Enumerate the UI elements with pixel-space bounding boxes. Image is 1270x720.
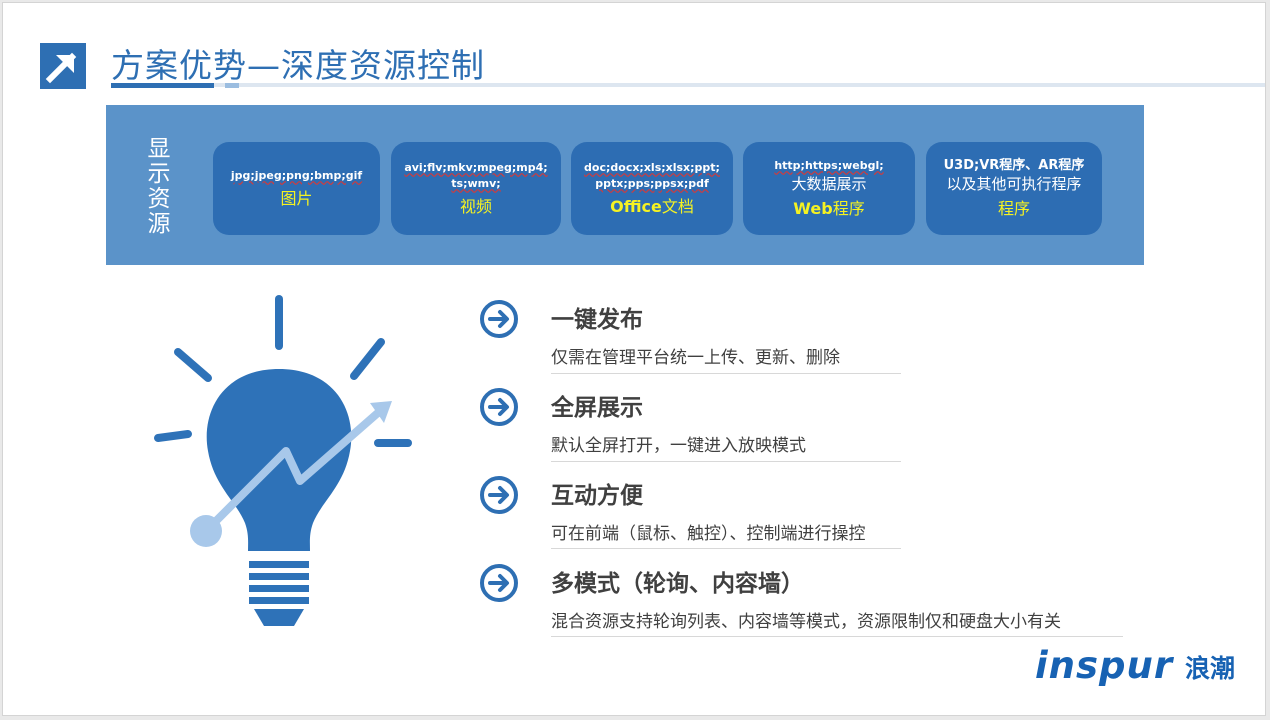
feature-desc: 默认全屏打开，一键进入放映模式 bbox=[551, 436, 806, 456]
resource-type: Office文档 bbox=[610, 196, 694, 216]
resource-band-label: 显示资源 bbox=[147, 136, 171, 237]
resource-type: Web程序 bbox=[793, 198, 865, 218]
feature-desc: 仅需在管理平台统一上传、更新、删除 bbox=[551, 348, 840, 368]
feature-desc: 可在前端（鼠标、触控）、控制端进行操控 bbox=[551, 524, 866, 544]
feature-title: 一键发布 bbox=[551, 307, 643, 333]
lightbulb-icon bbox=[154, 295, 412, 626]
feature-divider bbox=[551, 548, 901, 549]
resource-formats: jpg;jpeg;png;bmp;gif bbox=[230, 168, 363, 182]
resource-type-bold: Office bbox=[610, 196, 662, 216]
resource-subtitle: 大数据展示 bbox=[791, 174, 867, 193]
feature-title: 全屏展示 bbox=[551, 395, 643, 421]
inspur-logo-cn: 浪潮 bbox=[1185, 654, 1236, 683]
title-underline-accent bbox=[111, 83, 214, 88]
feature-divider bbox=[551, 373, 901, 374]
resource-formats: http;https;webgl; bbox=[774, 158, 884, 172]
resource-card-video: avi;flv;mkv;mpeg;mp4; ts;wmv; 视频 bbox=[391, 142, 561, 235]
resource-type: 图片 bbox=[280, 188, 313, 208]
arrow-up-right-icon bbox=[40, 43, 86, 89]
feature-desc: 混合资源支持轮询列表、内容墙等模式，资源限制仅和硬盘大小有关 bbox=[551, 612, 1061, 632]
resource-formats: doc;docx;xls;xlsx;ppt; pptx;pps;ppsx;pdf bbox=[584, 160, 720, 190]
feature-title: 互动方便 bbox=[551, 483, 643, 509]
arrow-right-circle-icon bbox=[479, 475, 519, 515]
resource-type: 程序 bbox=[997, 198, 1030, 218]
resource-card-office: doc;docx;xls;xlsx;ppt; pptx;pps;ppsx;pdf… bbox=[571, 142, 733, 235]
resource-type-bold: Web bbox=[793, 198, 833, 218]
inspur-logo: inspur bbox=[1035, 644, 1174, 687]
resource-card-web: http;https;webgl; 大数据展示 Web程序 bbox=[743, 142, 915, 235]
arrow-right-circle-icon bbox=[479, 299, 519, 339]
resource-formats: U3D;VR程序、AR程序 bbox=[943, 157, 1085, 173]
resource-card-image: jpg;jpeg;png;bmp;gif 图片 bbox=[213, 142, 380, 235]
feature-title: 多模式（轮询、内容墙） bbox=[551, 571, 804, 597]
resource-subtitle: 以及其他可执行程序 bbox=[946, 174, 1082, 193]
resource-type: 视频 bbox=[459, 196, 492, 216]
resource-card-program: U3D;VR程序、AR程序 以及其他可执行程序 程序 bbox=[926, 142, 1102, 235]
slide: 方案优势—深度资源控制 显示资源 jpg;jpeg;png;bmp;gif 图片… bbox=[2, 2, 1266, 716]
arrow-right-circle-icon bbox=[479, 387, 519, 427]
feature-divider bbox=[551, 461, 901, 462]
title-underline-dot bbox=[225, 83, 239, 88]
arrow-right-circle-icon bbox=[479, 563, 519, 603]
title-underline bbox=[111, 83, 1265, 87]
page-title: 方案优势—深度资源控制 bbox=[111, 46, 485, 85]
resource-formats: avi;flv;mkv;mpeg;mp4; ts;wmv; bbox=[404, 160, 548, 190]
feature-divider bbox=[551, 636, 1123, 637]
